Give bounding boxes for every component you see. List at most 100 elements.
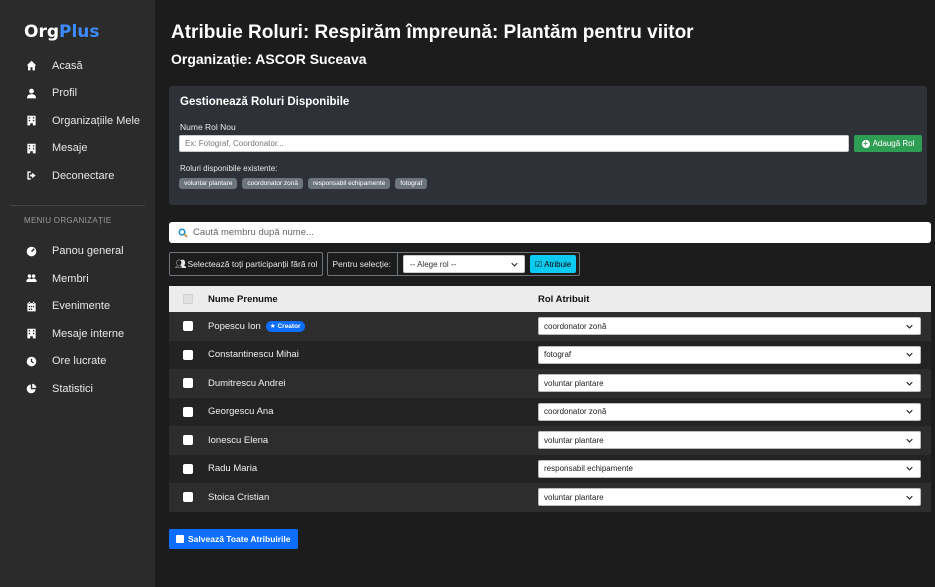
new-role-input[interactable]: Ex: Fotograf, Coordonator... [179,135,849,152]
main-content: Atribuie Roluri: Respirăm împreună: Plan… [155,0,935,587]
role-chip: coordonator zonă [242,178,304,189]
new-role-label: Nume Rol Nou [180,122,236,132]
save-all-button[interactable]: Salvează Toate Atribuirile [169,529,298,549]
clock-icon [24,354,38,368]
assign-button[interactable]: ☑ Atribuie [529,255,577,273]
role-select[interactable]: voluntar plantare [538,488,921,507]
row-checkbox[interactable] [183,349,193,360]
save-icon [176,535,184,543]
role-chip: fotograf [395,178,428,189]
sidebar-item-organizatiile-mele[interactable]: Organizațiile Mele [0,107,155,135]
user-icon [24,86,38,100]
bulk-role-select-value: -- Alege rol -- [409,259,457,269]
chevron-down-icon [906,438,913,443]
member-name: Radu Maria [208,463,258,475]
sidebar-item-label: Organizațiile Mele [52,114,141,127]
table-row: Dumitrescu Andrei voluntar plantare [169,369,931,398]
table-row: Popescu Ion ★ Creator coordonator zonă [169,312,931,341]
members-table: Nume Prenume Rol Atribuit Popescu Ion ★ C… [169,286,931,512]
row-checkbox[interactable] [183,435,193,446]
table-row: Georgescu Ana coordonator zonă [169,397,931,426]
sidebar-section-title: MENIU ORGANIZAȚIE [24,215,112,225]
sidebar-item-label: Acasă [52,59,83,72]
users-icon: 👥︎ [175,258,187,269]
for-selection-label: Pentru selecție: [332,253,398,275]
creator-badge-label: Creator [277,322,301,330]
building-icon [24,141,38,155]
sidebar-item-acasa[interactable]: Acasă [0,52,155,80]
row-checkbox[interactable] [183,321,193,332]
add-role-label: Adaugă Rol [872,139,915,148]
table-row: Stoica Cristian voluntar plantare [169,483,931,512]
role-select-value: coordonator zonă [544,321,607,331]
sidebar-item-profil[interactable]: Profil [0,80,155,108]
role-select[interactable]: responsabil echipamente [538,459,921,478]
row-checkbox[interactable] [183,378,193,389]
dashboard-icon [24,244,38,258]
chevron-down-icon [511,262,518,267]
sidebar-item-label: Mesaje [52,142,88,155]
header-role: Rol Atribuit [538,293,590,305]
home-icon [24,59,38,73]
sidebar-item-evenimente[interactable]: Evenimente [0,293,155,321]
role-chip: responsabil echipamente [308,178,391,189]
member-name: Stoica Cristian [208,491,270,503]
brand-logo[interactable]: OrgPlus [0,22,155,42]
sidebar-item-label: Panou general [52,245,124,258]
member-name: Ionescu Elena [208,434,269,446]
table-row: Radu Maria responsabil echipamente [169,454,931,483]
search-placeholder: Caută membru după nume... [193,227,314,238]
sidebar-item-label: Statistici [52,382,93,395]
page-title: Atribuie Roluri: Respirăm împreună: Plan… [171,22,694,43]
sidebar-item-label: Membri [52,272,89,285]
row-checkbox[interactable] [183,406,193,417]
sidebar-item-mesaje[interactable]: Mesaje [0,135,155,163]
existing-roles-list: voluntar plantare coordonator zonă respo… [179,178,428,189]
role-select[interactable]: coordonator zonă [538,317,921,336]
users-icon [24,272,38,286]
chevron-down-icon [906,466,913,471]
plus-circle-icon: + [861,138,870,148]
logout-icon [24,169,38,183]
sidebar-item-deconectare[interactable]: Deconectare [0,162,155,190]
sidebar-item-ore-lucrate[interactable]: Ore lucrate [0,348,155,376]
member-name: Popescu Ion [208,320,261,332]
building-icon [24,327,38,341]
sidebar-item-label: Evenimente [52,300,111,313]
role-select-value: responsabil echipamente [544,464,633,474]
sidebar-item-panou-general[interactable]: Panou general [0,238,155,266]
role-select-value: voluntar plantare [544,378,604,388]
search-icon [178,228,188,238]
row-checkbox[interactable] [183,463,193,474]
bulk-assign-group: Pentru selecție: -- Alege rol -- ☑ Atrib… [327,252,581,276]
sidebar-item-statistici[interactable]: Statistici [0,375,155,403]
header-name: Nume Prenume [208,293,278,305]
search-input[interactable]: Caută membru după nume... [169,222,931,243]
sidebar-divider [10,204,145,206]
sidebar-item-label: Mesaje interne [52,327,125,340]
role-select[interactable]: voluntar plantare [538,374,921,393]
roles-card: Gestionează Roluri Disponibile Nume Rol … [169,86,927,205]
role-select[interactable]: voluntar plantare [538,431,921,450]
select-all-label: Selectează toți participanții fără rol [187,259,318,269]
chevron-down-icon [906,352,913,357]
bulk-controls: 👥︎ Selectează toți participanții fără ro… [169,252,581,276]
sidebar-item-mesaje-interne[interactable]: Mesaje interne [0,320,155,348]
role-select[interactable]: fotograf [538,345,921,364]
calendar-icon [24,299,38,313]
sidebar-item-label: Deconectare [52,169,115,182]
row-checkbox[interactable] [183,492,193,503]
role-select[interactable]: coordonator zonă [538,402,921,421]
table-row: Constantinescu Mihai fotograf [169,340,931,369]
sidebar: OrgPlus Acasă Profil Organizațiile Mele … [0,0,155,587]
sidebar-item-membri[interactable]: Membri [0,265,155,293]
select-all-checkbox[interactable] [183,294,193,304]
sidebar-item-label: Profil [52,87,78,100]
table-header: Nume Prenume Rol Atribuit [169,286,931,312]
chevron-down-icon [906,495,913,500]
bulk-role-select[interactable]: -- Alege rol -- [402,255,525,273]
sidebar-item-label: Ore lucrate [52,355,107,368]
roles-card-heading: Gestionează Roluri Disponibile [180,96,350,108]
select-all-without-role-button[interactable]: 👥︎ Selectează toți participanții fără ro… [169,252,324,276]
add-role-button[interactable]: + Adaugă Rol [854,135,922,152]
